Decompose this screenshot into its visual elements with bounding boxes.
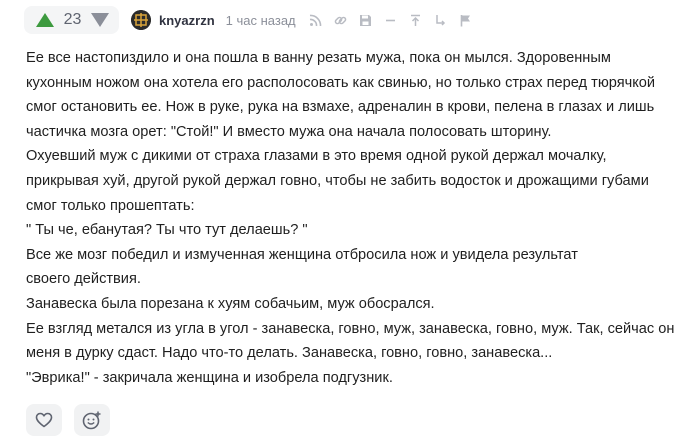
author-name[interactable]: knyazrzn xyxy=(159,13,215,28)
comment-footer xyxy=(26,404,122,436)
comment-line: " Ты че, ебанутая? Ты что тут делаешь? " xyxy=(26,222,308,239)
avatar[interactable] xyxy=(131,10,151,30)
downvote-button[interactable] xyxy=(89,9,111,31)
rating-value: 23 xyxy=(63,11,82,28)
comment-line: Ее взгляд метался из угла в угол - занав… xyxy=(26,320,675,337)
comment-line: частичка мозга орет: "Стой!" И вместо му… xyxy=(26,123,552,140)
save-icon xyxy=(360,14,372,26)
comment-line: прикрывая хуй, другой рукой держал говно… xyxy=(26,172,649,189)
comment-line: смог остановить ее. Нож в руке, рука на … xyxy=(26,99,655,116)
comment-line: Ее все настопиздило и она пошла в ванну … xyxy=(26,50,611,66)
heart-icon xyxy=(35,412,53,428)
minus-icon xyxy=(386,19,396,21)
avatar-pattern-icon xyxy=(131,10,151,30)
comment-line: своего действия. xyxy=(26,271,141,288)
triangle-up-icon xyxy=(35,13,54,27)
comment-header: 23 knyazrzn 1 час назад xyxy=(24,6,483,34)
comment: 23 knyazrzn 1 час назад Ее все настопизд… xyxy=(0,0,700,445)
rss-icon xyxy=(310,14,322,26)
comment-line: смог только прошептать: xyxy=(26,197,195,214)
like-button[interactable] xyxy=(26,404,62,436)
parent-comment-button[interactable] xyxy=(408,12,424,28)
arrow-up-icon xyxy=(411,14,421,26)
comment-line: кухонным ножом она хотела его располосов… xyxy=(26,74,656,91)
comment-line: Охуевший муж с дикими от страха глазами … xyxy=(26,148,607,165)
comment-line: меня в дурку сдаст. Надо что-то делать. … xyxy=(26,345,553,362)
comment-line: Все же мозг победил и измученная женщина… xyxy=(26,246,578,263)
smile-icon xyxy=(82,411,101,430)
comment-tools xyxy=(308,12,483,28)
upvote-button[interactable] xyxy=(34,9,56,31)
flag-icon xyxy=(460,14,471,26)
save-button[interactable] xyxy=(358,12,374,28)
comment-text: Ее все настопиздило и она пошла в ванну … xyxy=(26,46,696,390)
comment-line: "Эврика!" - закричала женщина и изобрела… xyxy=(26,369,393,386)
report-button[interactable] xyxy=(458,12,474,28)
comment-time[interactable]: 1 час назад xyxy=(226,13,296,28)
rating-widget: 23 xyxy=(24,6,119,34)
comment-line: Занавеска была порезана к хуям собачьим,… xyxy=(26,295,435,312)
link-button[interactable] xyxy=(333,12,349,28)
link-icon xyxy=(334,16,347,24)
rss-button[interactable] xyxy=(308,12,324,28)
branch-button[interactable] xyxy=(433,12,449,28)
hide-button[interactable] xyxy=(383,12,399,28)
triangle-down-icon xyxy=(91,13,110,27)
branch-icon xyxy=(436,14,446,26)
reaction-button[interactable] xyxy=(74,404,110,436)
